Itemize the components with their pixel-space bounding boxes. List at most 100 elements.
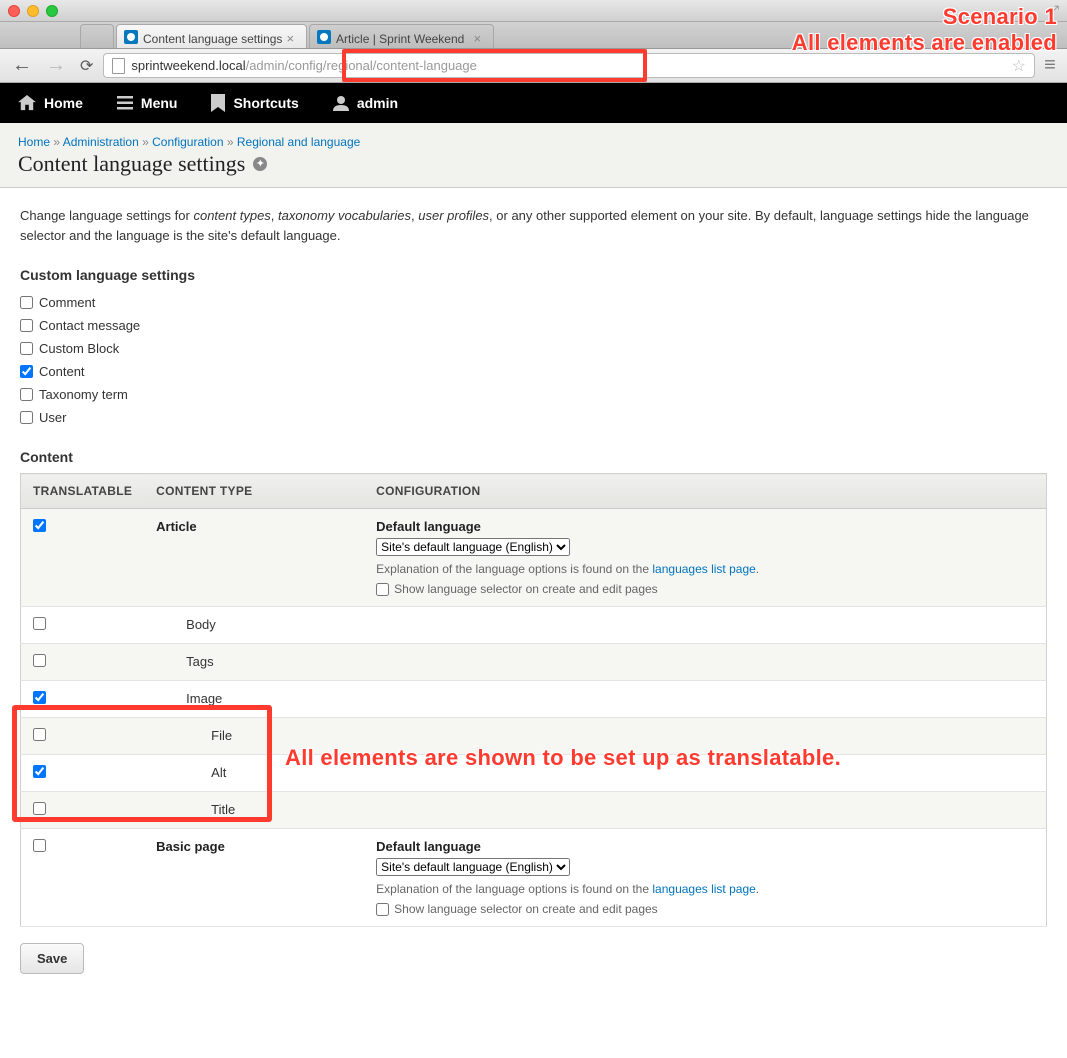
forward-button[interactable]: → <box>42 54 70 77</box>
row-label: Title <box>156 802 352 817</box>
translatable-checkbox[interactable] <box>33 765 46 778</box>
default-language-select[interactable]: Site's default language (English) <box>376 538 570 556</box>
languages-list-link[interactable]: languages list page <box>652 882 755 896</box>
help-icon[interactable]: ✦ <box>253 157 267 171</box>
config-block: Default language Site's default language … <box>376 839 1034 916</box>
save-button[interactable]: Save <box>20 943 84 974</box>
annotation-scenario: Scenario 1 All elements are enabled <box>792 4 1057 56</box>
custom-setting-checkbox[interactable] <box>20 319 33 332</box>
maximize-window-button[interactable] <box>46 5 58 17</box>
admin-home-link[interactable]: Home <box>10 95 91 111</box>
custom-setting-item: Contact message <box>20 314 1047 337</box>
url-path: /admin/config/regional/content-language <box>246 58 477 73</box>
user-icon <box>333 95 349 111</box>
annotation-translatable: All elements are shown to be set up as t… <box>285 745 841 771</box>
table-row: Basic page Default language Site's default… <box>21 829 1047 927</box>
browser-tab-active[interactable]: Content language settings × <box>116 24 307 48</box>
custom-setting-item: Comment <box>20 291 1047 314</box>
minimize-window-button[interactable] <box>27 5 39 17</box>
translatable-checkbox[interactable] <box>33 802 46 815</box>
close-tab-icon[interactable]: × <box>469 31 485 46</box>
hamburger-icon <box>117 96 133 110</box>
reload-button[interactable]: ⟳ <box>76 56 97 76</box>
languages-list-link[interactable]: languages list page <box>652 562 755 576</box>
url-domain: sprintweekend.local <box>131 58 245 73</box>
browser-tab-inactive[interactable]: Article | Sprint Weekend × <box>309 24 494 48</box>
breadcrumb-regional[interactable]: Regional and language <box>237 135 360 149</box>
content-heading: Content <box>20 449 1047 465</box>
breadcrumb: Home » Administration » Configuration » … <box>18 135 1049 149</box>
explain-text: Explanation of the language options is f… <box>376 562 1034 576</box>
custom-setting-label: Taxonomy term <box>39 387 128 402</box>
close-tab-icon[interactable]: × <box>282 31 298 46</box>
show-selector-line: Show language selector on create and edi… <box>376 582 1034 596</box>
custom-setting-checkbox[interactable] <box>20 365 33 378</box>
bookmark-star-icon[interactable]: ☆ <box>1012 56 1026 76</box>
admin-shortcuts-link[interactable]: Shortcuts <box>203 94 306 112</box>
page-icon <box>112 58 125 74</box>
show-selector-checkbox[interactable] <box>376 583 389 596</box>
custom-setting-label: Contact message <box>39 318 140 333</box>
custom-setting-label: Content <box>39 364 85 379</box>
back-button[interactable]: ← <box>8 54 36 77</box>
tab-title: Article | Sprint Weekend <box>336 32 464 46</box>
bookmark-icon <box>211 94 225 112</box>
default-language-select[interactable]: Site's default language (English) <box>376 858 570 876</box>
custom-setting-label: User <box>39 410 66 425</box>
admin-menu-link[interactable]: Menu <box>109 95 186 111</box>
admin-home-label: Home <box>44 95 83 111</box>
custom-setting-label: Custom Block <box>39 341 119 356</box>
table-row: Tags <box>21 644 1047 681</box>
row-label: Article <box>156 519 352 534</box>
translatable-checkbox[interactable] <box>33 728 46 741</box>
breadcrumb-home[interactable]: Home <box>18 135 50 149</box>
breadcrumb-config[interactable]: Configuration <box>152 135 223 149</box>
custom-setting-checkbox[interactable] <box>20 411 33 424</box>
explain-text: Explanation of the language options is f… <box>376 882 1034 896</box>
custom-setting-item: User <box>20 406 1047 429</box>
custom-setting-checkbox[interactable] <box>20 342 33 355</box>
admin-user-link[interactable]: admin <box>325 95 406 111</box>
show-selector-label: Show language selector on create and edi… <box>394 582 658 596</box>
row-label: Basic page <box>156 839 352 854</box>
home-icon <box>18 95 36 111</box>
drupal-favicon-icon <box>317 30 331 44</box>
translatable-checkbox[interactable] <box>33 691 46 704</box>
translatable-checkbox[interactable] <box>33 519 46 532</box>
custom-setting-checkbox[interactable] <box>20 388 33 401</box>
custom-setting-label: Comment <box>39 295 95 310</box>
show-selector-checkbox[interactable] <box>376 903 389 916</box>
custom-setting-checkbox[interactable] <box>20 296 33 309</box>
row-label: Body <box>156 617 352 632</box>
default-language-label: Default language <box>376 519 1034 534</box>
th-translatable: TRANSLATABLE <box>21 474 145 509</box>
gmail-tab[interactable] <box>80 24 114 48</box>
admin-shortcuts-label: Shortcuts <box>233 95 298 111</box>
row-label: File <box>156 728 352 743</box>
config-block: Default language Site's default language … <box>376 519 1034 596</box>
tab-title: Content language settings <box>143 32 282 46</box>
translatable-checkbox[interactable] <box>33 839 46 852</box>
translatable-checkbox[interactable] <box>33 654 46 667</box>
row-label: Image <box>156 691 352 706</box>
custom-settings-heading: Custom language settings <box>20 267 1047 283</box>
admin-toolbar: Home Menu Shortcuts admin <box>0 83 1067 123</box>
browser-menu-button[interactable]: ≡ <box>1041 54 1059 77</box>
translatable-checkbox[interactable] <box>33 617 46 630</box>
th-configuration: CONFIGURATION <box>364 474 1046 509</box>
page-title: Content language settings ✦ <box>18 151 1049 177</box>
custom-setting-item: Taxonomy term <box>20 383 1047 406</box>
url-input[interactable]: sprintweekend.local/admin/config/regiona… <box>103 53 1035 78</box>
breadcrumb-admin[interactable]: Administration <box>63 135 139 149</box>
row-label: Tags <box>156 654 352 669</box>
table-row: Image <box>21 681 1047 718</box>
custom-settings-list: Comment Contact message Custom Block Conten… <box>20 291 1047 429</box>
default-language-label: Default language <box>376 839 1034 854</box>
custom-setting-item: Custom Block <box>20 337 1047 360</box>
intro-text: Change language settings for content typ… <box>20 206 1047 245</box>
admin-user-label: admin <box>357 95 398 111</box>
th-content-type: CONTENT TYPE <box>144 474 364 509</box>
show-selector-label: Show language selector on create and edi… <box>394 902 658 916</box>
admin-menu-label: Menu <box>141 95 178 111</box>
close-window-button[interactable] <box>8 5 20 17</box>
